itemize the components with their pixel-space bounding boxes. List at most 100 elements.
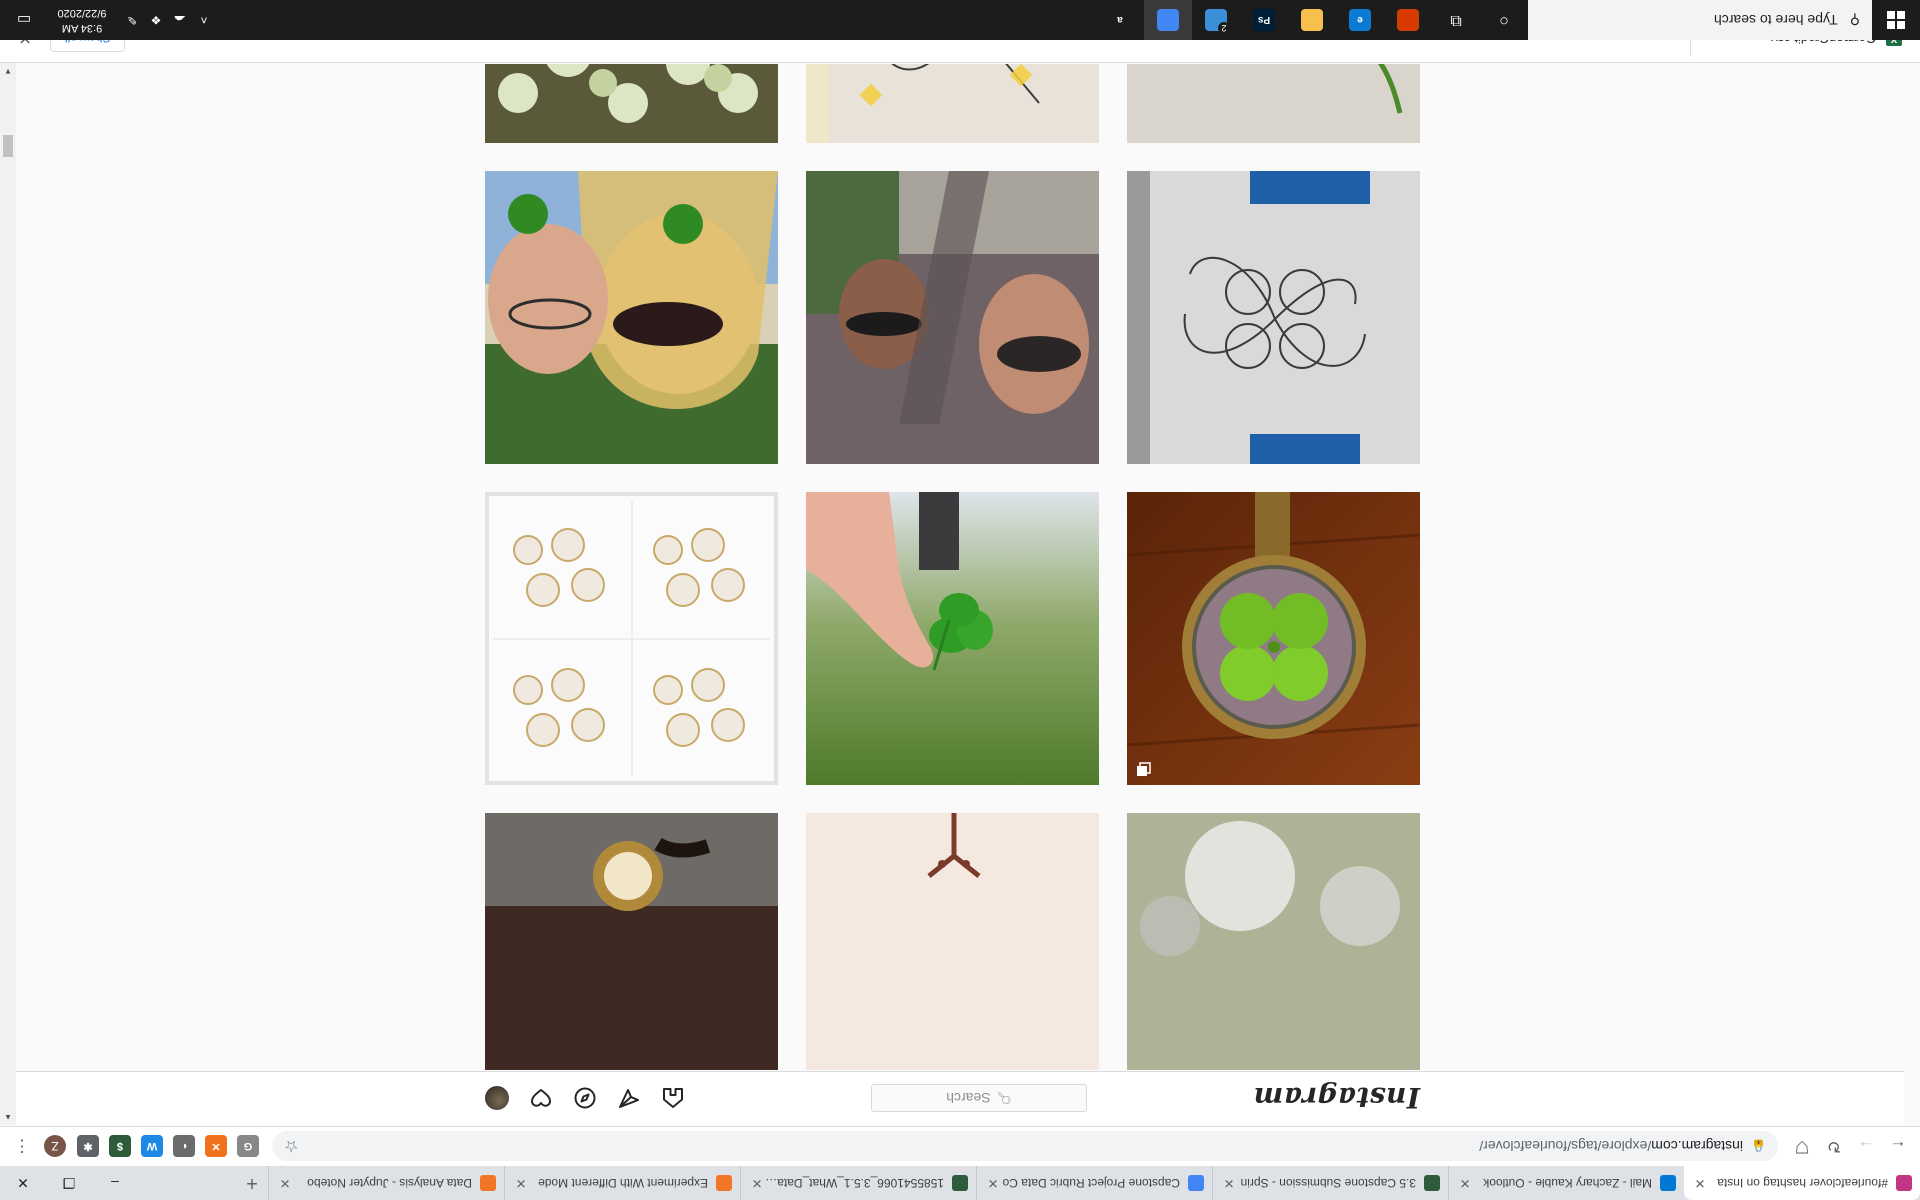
browser-tab[interactable]: #fourleafclover hashtag on Insta ✕ <box>1684 1166 1920 1200</box>
post-car-selfie[interactable] <box>806 171 1099 464</box>
tab-title: Experiment With Different Mode <box>538 1176 708 1190</box>
post-four-leaf-clover-stem[interactable] <box>1127 64 1420 143</box>
file-explorer-icon[interactable] <box>1288 0 1336 40</box>
edge-icon-glyph: e <box>1349 9 1371 31</box>
cloud-icon[interactable]: ☁ <box>168 13 192 27</box>
close-tab-icon[interactable]: ✕ <box>513 1175 529 1191</box>
post-pearl-charms[interactable] <box>485 492 778 785</box>
home-icon[interactable] <box>661 1086 685 1110</box>
screen: #fourleafclover hashtag on Insta ✕ Mail - … <box>0 0 1920 1200</box>
close-tab-icon[interactable]: ✕ <box>985 1175 1001 1191</box>
post-hand-holding-clover[interactable] <box>806 492 1099 785</box>
scrollbar-thumb[interactable] <box>3 135 13 157</box>
blue-ext-icon[interactable]: W <box>141 1135 163 1158</box>
post-clover-patch[interactable] <box>485 64 778 143</box>
jupyter-icon <box>716 1175 732 1191</box>
search-placeholder: Search <box>946 1090 991 1106</box>
close-tab-icon[interactable]: ✕ <box>1457 1175 1473 1191</box>
back-icon[interactable]: ← <box>1882 1131 1914 1163</box>
url-path: /explore/tags/fourleafclover/ <box>1479 1138 1652 1155</box>
edge-icon[interactable]: e <box>1336 0 1384 40</box>
menu-kebab-icon[interactable]: ⋮ <box>6 1131 38 1163</box>
scroll-down-arrow-icon[interactable]: ▼ <box>0 63 16 79</box>
orange-ext-icon[interactable]: ✕ <box>205 1135 227 1158</box>
notification-badge: 2 <box>1218 22 1230 34</box>
scroll-up-arrow-icon[interactable]: ▲ <box>0 1109 16 1125</box>
browser-tab[interactable]: Mail - Zachary Kauble - Outlook ✕ <box>1448 1166 1684 1200</box>
dropbox-icon[interactable]: ❖ <box>144 13 168 27</box>
photoshop-icon[interactable]: Ps <box>1240 0 1288 40</box>
cortana-icon-glyph: ○ <box>1499 12 1509 29</box>
instagram-header: Instagram 🔍︎ Search <box>0 1071 1904 1125</box>
cortana-icon[interactable]: ○ <box>1480 0 1528 40</box>
profile-avatar-icon[interactable] <box>485 1086 509 1110</box>
page-scrollbar[interactable]: ▲ ▼ <box>0 63 16 1125</box>
new-tab-button[interactable]: + <box>236 1166 268 1200</box>
post-clover-tattoo-drawing[interactable] <box>806 64 1099 143</box>
restore-button[interactable]: ❐ <box>46 1166 92 1200</box>
dark-circle-ext-icon[interactable]: ◐ <box>173 1135 195 1158</box>
taskbar-search-placeholder: Type here to search <box>1713 12 1838 28</box>
tab-title: Mail - Zachary Kauble - Outlook <box>1483 1176 1652 1190</box>
search-input[interactable]: 🔍︎ Search <box>871 1084 1088 1112</box>
address-bar[interactable]: 🔒 instagram.com /explore/tags/fourleafcl… <box>272 1131 1778 1162</box>
instagram-logo[interactable]: Instagram <box>1253 1082 1420 1115</box>
docs-icon <box>1188 1175 1204 1191</box>
chrome-icon-glyph <box>1157 9 1179 31</box>
explore-icon[interactable] <box>573 1086 597 1110</box>
reload-icon[interactable]: ↻ <box>1818 1131 1850 1163</box>
close-tab-icon[interactable]: ✕ <box>1221 1175 1237 1191</box>
activity-heart-icon[interactable] <box>529 1086 553 1110</box>
browser-tab-bar: #fourleafclover hashtag on Insta ✕ Mail - … <box>0 1166 1920 1200</box>
outlook-icon <box>1660 1175 1676 1191</box>
taskbar-search-box[interactable]: ⚲ Type here to search <box>1528 0 1872 40</box>
browser-tab[interactable]: Data Analysis - Jupyter Notebo ✕ <box>268 1166 504 1200</box>
instagram-icon <box>1896 1175 1912 1191</box>
onedrive-photos-icon[interactable]: 2 <box>1192 0 1240 40</box>
post-drawing-partial[interactable] <box>806 813 1099 1070</box>
notification-center-icon[interactable]: ▭ <box>4 11 44 29</box>
tab-title: #fourleafclover hashtag on Insta <box>1717 1176 1888 1190</box>
course-ext-icon[interactable]: $ <box>109 1135 131 1158</box>
clock-date: 9/22/2020 <box>57 7 107 19</box>
post-pendant-partial[interactable] <box>485 813 778 1070</box>
browser-tab[interactable]: Experiment With Different Mode ✕ <box>504 1166 740 1200</box>
chrome-icon[interactable] <box>1144 0 1192 40</box>
shield-ext-icon[interactable]: ⛉ <box>1786 1131 1818 1163</box>
office-icon[interactable] <box>1384 0 1432 40</box>
browser-tab[interactable]: 1585541066_3.5.1_What_Data_to ✕ <box>740 1166 976 1200</box>
post-shamrocks-partial[interactable] <box>1127 813 1420 1070</box>
close-window-button[interactable]: ✕ <box>0 1166 46 1200</box>
close-tab-icon[interactable]: ✕ <box>1692 1175 1708 1191</box>
task-view-icon[interactable]: ⧉ <box>1432 0 1480 40</box>
grammarly-ext-icon[interactable]: G <box>237 1135 259 1158</box>
browser-tab[interactable]: 3.5 Capstone Submission - Sprin ✕ <box>1212 1166 1448 1200</box>
windows-start-icon[interactable] <box>1872 0 1920 40</box>
browser-tab[interactable]: Capstone Project Rubric Data Co ✕ <box>976 1166 1212 1200</box>
tab-title: Capstone Project Rubric Data Co <box>1002 1176 1180 1190</box>
tray-overflow-chevron-icon[interactable]: ˄ <box>192 13 216 27</box>
close-tab-icon[interactable]: ✕ <box>749 1175 765 1191</box>
tab-title: Data Analysis - Jupyter Notebo <box>307 1176 472 1190</box>
minimize-button[interactable]: – <box>92 1166 138 1200</box>
bookmark-star-icon[interactable]: ☆ <box>284 1137 298 1157</box>
multi-post-icon <box>1137 762 1151 776</box>
puzzle-ext-icon[interactable]: ✱ <box>77 1135 99 1158</box>
search-icon: ⚲ <box>1849 12 1860 29</box>
tab-title: 1585541066_3.5.1_What_Data_to <box>765 1176 944 1190</box>
clock[interactable]: 9:34 AM 9/22/2020 <box>44 5 120 35</box>
photoshop-icon-glyph: Ps <box>1253 9 1275 31</box>
course-icon <box>1424 1175 1440 1191</box>
messenger-icon[interactable] <box>617 1086 641 1110</box>
post-friends-with-clovers[interactable] <box>485 171 778 464</box>
amazon-icon-glyph: a <box>1109 9 1131 31</box>
course-icon <box>952 1175 968 1191</box>
pen-icon[interactable]: ✎ <box>120 13 144 27</box>
forward-icon[interactable]: → <box>1850 1131 1882 1163</box>
close-tab-icon[interactable]: ✕ <box>277 1175 293 1191</box>
windows-taskbar: ⚲ Type here to search ○ ⧉ e Ps 2 a ˄ ☁ ❖ ✎ 9:… <box>0 0 1920 40</box>
amazon-icon[interactable]: a <box>1096 0 1144 40</box>
post-skull-clover-sketch[interactable] <box>1127 171 1420 464</box>
profile-avatar[interactable]: Z <box>44 1135 66 1158</box>
post-pendant-clover[interactable] <box>1127 492 1420 785</box>
